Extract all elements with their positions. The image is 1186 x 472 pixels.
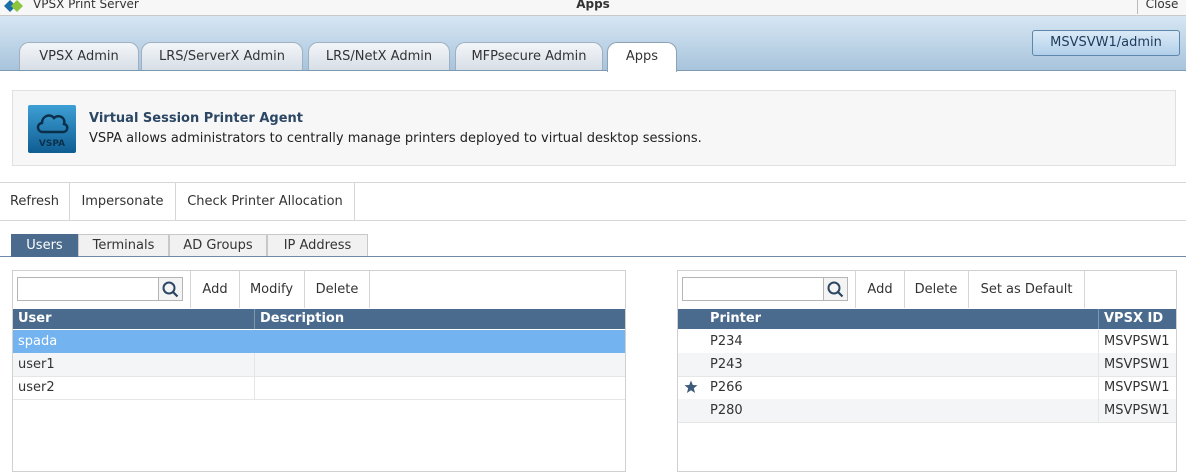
users-search [17, 277, 183, 301]
banner-description: VSPA allows administrators to centrally … [89, 131, 702, 146]
search-icon [162, 281, 179, 298]
vspa-cloud-icon: VSPA [28, 105, 76, 153]
default-star-icon [684, 380, 698, 393]
users-search-button[interactable] [158, 278, 182, 300]
user-cell: spada [18, 334, 58, 349]
printer-cell: P266 [710, 380, 743, 395]
tab-ip-address[interactable]: IP Address [267, 234, 368, 256]
printers-grid-header: Printer VPSX ID [678, 309, 1176, 329]
search-icon [827, 281, 844, 298]
impersonate-button[interactable]: Impersonate [70, 183, 176, 220]
tab-ad-groups[interactable]: AD Groups [169, 234, 267, 256]
vpsx-id-cell: MSVPSW1 [1098, 330, 1176, 353]
users-grid-header: User Description [13, 309, 625, 329]
delete-printer-button[interactable]: Delete [904, 271, 969, 308]
user-cell: user2 [18, 380, 55, 395]
printers-search [682, 277, 848, 301]
set-as-default-button[interactable]: Set as Default [969, 271, 1085, 308]
printers-search-input[interactable] [683, 278, 825, 298]
vpsx-id-cell: MSVPSW1 [1098, 399, 1176, 422]
user-account-button[interactable]: MSVSVW1/admin [1032, 30, 1180, 56]
printer-cell: P234 [710, 334, 743, 349]
title-bar: VPSX Print Server Apps Close [0, 0, 1186, 16]
main-header: VPSX Admin LRS/ServerX Admin LRS/NetX Ad… [0, 16, 1186, 72]
vpsx-id-cell: MSVPSW1 [1098, 376, 1176, 399]
vspa-logo-label: VSPA [38, 139, 66, 149]
window-title: Apps [576, 0, 610, 11]
column-header-user[interactable]: User [13, 309, 254, 329]
tab-apps[interactable]: Apps [607, 42, 677, 72]
table-row[interactable]: spada [13, 330, 625, 354]
column-header-default [678, 309, 705, 329]
add-user-button[interactable]: Add [190, 271, 240, 308]
tab-vpsx-admin[interactable]: VPSX Admin [19, 42, 139, 70]
main-toolbar: Refresh Impersonate Check Printer Alloca… [0, 182, 1186, 221]
table-row[interactable]: P243 MSVPSW1 [678, 353, 1176, 377]
column-header-vpsx-id[interactable]: VPSX ID [1098, 309, 1176, 329]
description-cell [254, 353, 625, 376]
printers-panel: Add Delete Set as Default Printer VPSX I… [677, 270, 1177, 472]
tab-mfpsecure-admin[interactable]: MFPsecure Admin [455, 42, 603, 70]
users-search-input[interactable] [18, 278, 160, 298]
table-row[interactable]: P280 MSVPSW1 [678, 399, 1176, 423]
close-button[interactable]: Close [1137, 0, 1186, 14]
banner-title: Virtual Session Printer Agent [89, 111, 304, 126]
add-printer-button[interactable]: Add [855, 271, 905, 308]
table-row[interactable]: P266 MSVPSW1 [678, 376, 1176, 400]
column-header-description[interactable]: Description [254, 309, 625, 329]
modify-user-button[interactable]: Modify [239, 271, 305, 308]
printer-cell: P280 [710, 403, 743, 418]
column-header-printer[interactable]: Printer [705, 309, 1098, 329]
app-banner: VSPA Virtual Session Printer Agent VSPA … [12, 90, 1176, 166]
tab-terminals[interactable]: Terminals [78, 234, 169, 256]
users-panel-toolbar: Add Modify Delete [13, 271, 625, 308]
delete-user-button[interactable]: Delete [305, 271, 370, 308]
refresh-button[interactable]: Refresh [0, 183, 70, 220]
description-cell [254, 330, 625, 353]
tab-users[interactable]: Users [11, 234, 78, 257]
tab-lrs-netx-admin[interactable]: LRS/NetX Admin [308, 42, 450, 70]
tab-lrs-serverx-admin[interactable]: LRS/ServerX Admin [141, 42, 303, 70]
sub-tabs: Users Terminals AD Groups IP Address [0, 234, 1186, 257]
users-panel: Add Modify Delete User Description spada… [12, 270, 626, 472]
printers-search-button[interactable] [823, 278, 847, 300]
description-cell [254, 376, 625, 399]
check-printer-allocation-button[interactable]: Check Printer Allocation [176, 183, 355, 220]
table-row[interactable]: user2 [13, 376, 625, 400]
user-cell: user1 [18, 357, 55, 372]
printer-cell: P243 [710, 357, 743, 372]
table-row[interactable]: P234 MSVPSW1 [678, 330, 1176, 354]
table-row[interactable]: user1 [13, 353, 625, 377]
vpsx-id-cell: MSVPSW1 [1098, 353, 1176, 376]
printers-panel-toolbar: Add Delete Set as Default [678, 271, 1176, 308]
